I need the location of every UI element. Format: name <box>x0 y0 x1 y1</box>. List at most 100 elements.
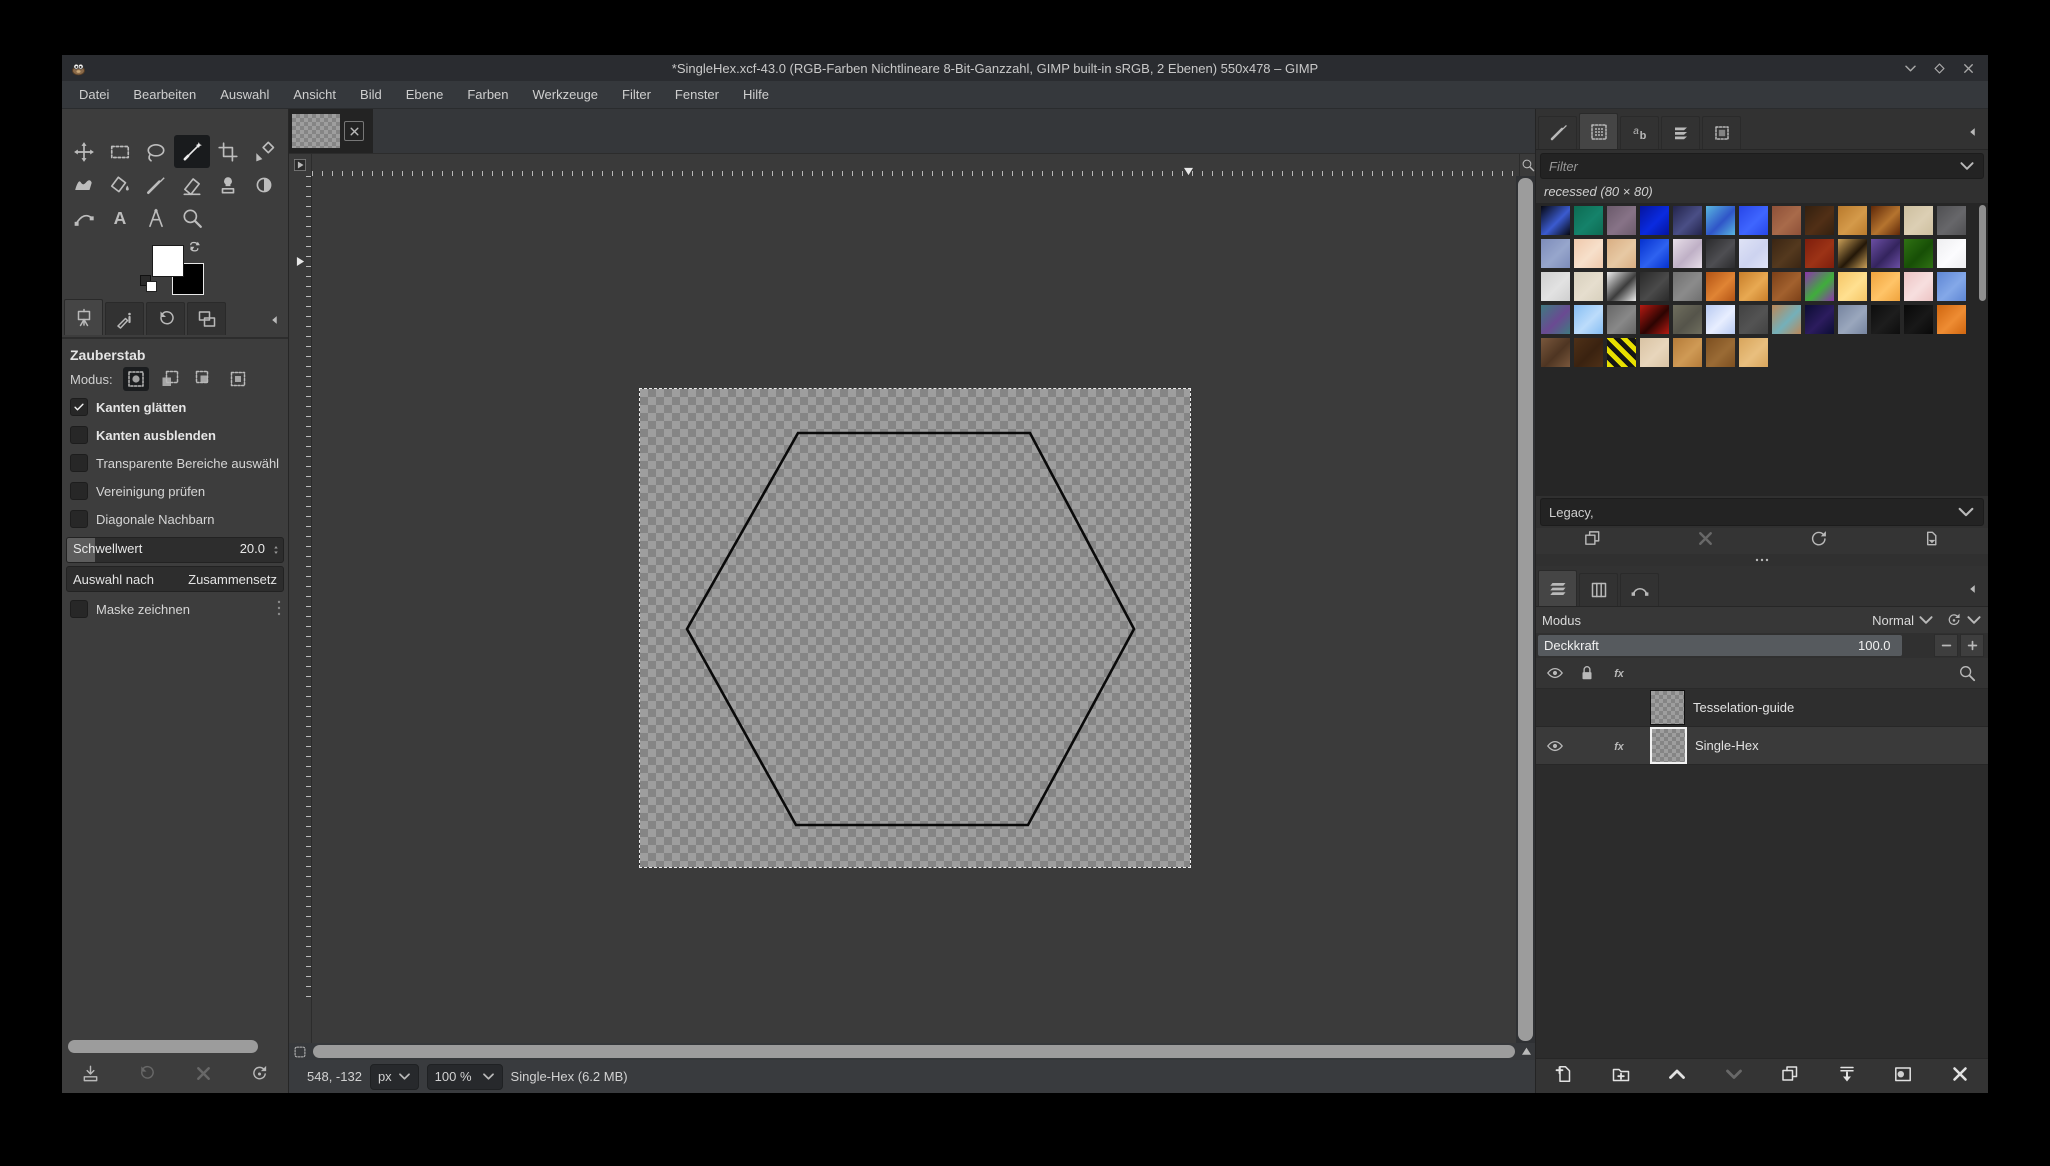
pattern-swatch[interactable] <box>1904 206 1933 235</box>
menu-auswahl[interactable]: Auswahl <box>209 83 280 106</box>
horizontal-ruler[interactable] <box>312 154 1519 176</box>
pattern-swatch[interactable] <box>1673 305 1702 334</box>
quick-mask-toggle[interactable] <box>289 1043 311 1060</box>
dock-tab-channels[interactable] <box>1579 573 1618 606</box>
pattern-swatch[interactable] <box>1739 206 1768 235</box>
checkbox-kanten-ausblenden[interactable]: Kanten ausblenden <box>62 421 288 449</box>
pattern-swatch[interactable] <box>1640 272 1669 301</box>
new-group-button[interactable] <box>1611 1064 1631 1089</box>
pattern-swatch[interactable] <box>1871 272 1900 301</box>
dock-tab-buffers[interactable] <box>1702 116 1741 149</box>
pattern-swatch[interactable] <box>1574 239 1603 268</box>
pattern-swatch[interactable] <box>1673 239 1702 268</box>
eye-icon[interactable] <box>1546 664 1564 682</box>
merge-down-button[interactable] <box>1837 1064 1857 1089</box>
menu-hilfe[interactable]: Hilfe <box>732 83 780 106</box>
pattern-swatch[interactable] <box>1607 206 1636 235</box>
menu-bild[interactable]: Bild <box>349 83 393 106</box>
collapse-dock-icon[interactable] <box>268 313 282 327</box>
checkbox-transparente-bereiche-ausw-hl[interactable]: Transparente Bereiche auswähl <box>62 449 288 477</box>
mode-intersect-button[interactable] <box>225 367 251 391</box>
horizontal-scrollbar[interactable] <box>313 1045 1515 1058</box>
canvas-viewport[interactable] <box>312 176 1516 1043</box>
ruler-corner-button[interactable] <box>289 154 312 176</box>
pattern-swatch[interactable] <box>1937 305 1966 334</box>
pattern-swatch[interactable] <box>1838 206 1867 235</box>
pattern-swatch[interactable] <box>1904 239 1933 268</box>
pattern-swatch[interactable] <box>1541 272 1570 301</box>
pattern-swatch[interactable] <box>1706 338 1735 367</box>
new-layer-button[interactable] <box>1554 1064 1574 1089</box>
pattern-swatch[interactable] <box>1574 206 1603 235</box>
menu-ebene[interactable]: Ebene <box>395 83 455 106</box>
pattern-swatch[interactable] <box>1541 239 1570 268</box>
menu-fenster[interactable]: Fenster <box>664 83 730 106</box>
menu-filter[interactable]: Filter <box>611 83 662 106</box>
lock-icon[interactable] <box>1578 664 1596 682</box>
pattern-swatch[interactable] <box>1805 239 1834 268</box>
layer-visibility-icon[interactable] <box>1546 737 1564 755</box>
pattern-swatch[interactable] <box>1574 338 1603 367</box>
dock-tab-tool-options[interactable] <box>64 299 103 335</box>
undo-button[interactable] <box>137 1064 156 1088</box>
pattern-swatch[interactable] <box>1838 239 1867 268</box>
dock-tab-fonts[interactable]: ab <box>1620 116 1659 149</box>
pattern-swatch[interactable] <box>1937 272 1966 301</box>
pattern-swatch[interactable] <box>1937 239 1966 268</box>
pattern-swatch[interactable] <box>1838 305 1867 334</box>
layer-fx-icon[interactable]: fx <box>1610 737 1628 755</box>
pattern-swatch[interactable] <box>1607 272 1636 301</box>
eraser-tool-button[interactable] <box>174 168 210 201</box>
pattern-swatch[interactable] <box>1541 305 1570 334</box>
menu-werkzeuge[interactable]: Werkzeuge <box>522 83 610 106</box>
duplicate-pattern-button[interactable] <box>1583 529 1602 553</box>
pattern-swatch[interactable] <box>1904 305 1933 334</box>
pattern-swatch[interactable] <box>1706 206 1735 235</box>
checkbox-kanten-gl-tten[interactable]: Kanten glätten <box>62 393 288 421</box>
title-bar[interactable]: *SingleHex.xcf-43.0 (RGB-Farben Nichtlin… <box>62 55 1988 81</box>
opacity-decrease-button[interactable] <box>1934 634 1958 657</box>
select-by-combo[interactable]: Auswahl nach Zusammensetz <box>66 566 284 592</box>
pattern-swatch[interactable] <box>1673 272 1702 301</box>
vertical-ruler[interactable] <box>289 176 312 1043</box>
reset-button[interactable] <box>250 1064 269 1088</box>
checkbox-vereinigung-pr-fen[interactable]: Vereinigung prüfen <box>62 477 288 505</box>
search-icon[interactable] <box>1958 664 1976 682</box>
pattern-swatch[interactable] <box>1607 239 1636 268</box>
spinner-icon[interactable] <box>271 542 281 558</box>
pattern-swatch[interactable] <box>1607 305 1636 334</box>
pattern-swatch[interactable] <box>1772 239 1801 268</box>
chevron-down-icon[interactable] <box>1959 158 1975 174</box>
transform-tool-button[interactable] <box>246 135 282 168</box>
close-icon[interactable] <box>1961 61 1976 76</box>
navigation-button[interactable] <box>1517 1043 1535 1060</box>
pattern-swatch[interactable] <box>1640 206 1669 235</box>
foreground-color-swatch[interactable] <box>152 245 184 277</box>
paths-tool-button[interactable] <box>66 201 102 234</box>
menu-farben[interactable]: Farben <box>456 83 519 106</box>
minimize-icon[interactable] <box>1903 61 1918 76</box>
pattern-swatch[interactable] <box>1640 239 1669 268</box>
paintbrush-tool-button[interactable] <box>138 168 174 201</box>
pattern-scrollbar[interactable] <box>1979 205 1986 301</box>
pattern-swatch[interactable] <box>1673 338 1702 367</box>
collapse-dock-icon[interactable] <box>1966 125 1980 139</box>
layer-name[interactable]: Tesselation-guide <box>1693 700 1794 715</box>
pattern-swatch[interactable] <box>1706 305 1735 334</box>
unit-select[interactable]: px <box>370 1064 419 1090</box>
pattern-swatch[interactable] <box>1541 338 1570 367</box>
pattern-swatch[interactable] <box>1871 206 1900 235</box>
reset-mode-icon[interactable] <box>1946 612 1962 628</box>
image-tab[interactable] <box>289 109 373 153</box>
dock-resize-grip[interactable] <box>269 595 289 621</box>
mode-subtract-button[interactable] <box>191 367 217 391</box>
tag-entry[interactable]: Legacy, <box>1540 498 1984 526</box>
pattern-swatch[interactable] <box>1838 272 1867 301</box>
default-colors-icon[interactable] <box>140 275 156 291</box>
dock-tab-undo-history[interactable] <box>146 302 185 335</box>
pattern-swatch[interactable] <box>1574 272 1603 301</box>
threshold-slider[interactable]: Schwellwert 20.0 <box>66 537 284 563</box>
pattern-swatch[interactable] <box>1805 272 1834 301</box>
chevron-down-icon[interactable] <box>1966 612 1982 628</box>
open-pattern-as-image-button[interactable] <box>1922 529 1941 553</box>
